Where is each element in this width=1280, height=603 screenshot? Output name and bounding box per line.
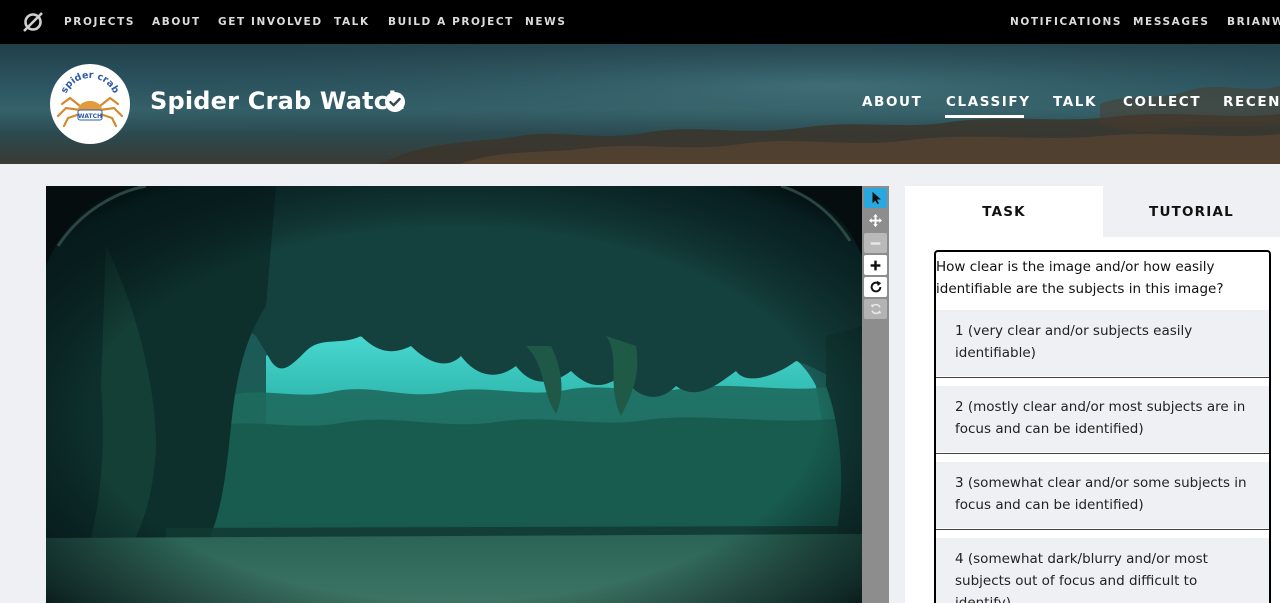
verified-check-icon <box>385 92 405 112</box>
reset-view-button[interactable] <box>864 299 887 319</box>
task-panel: TASK TUTORIAL How clear is the image and… <box>905 186 1280 603</box>
topnav-link-build-a-project[interactable]: BUILD A PROJECT <box>388 16 514 28</box>
tab-task[interactable]: TASK <box>905 186 1103 237</box>
task-question: How clear is the image and/or how easily… <box>936 259 1224 297</box>
answer-divider <box>936 377 1269 378</box>
topnav-link-projects[interactable]: PROJECTS <box>64 16 135 28</box>
answer-divider <box>936 453 1269 454</box>
move-arrows-icon <box>868 213 883 227</box>
subject-viewer[interactable] <box>46 186 862 603</box>
rotate-button[interactable] <box>864 277 887 297</box>
site-top-nav: PROJECTS ABOUT GET INVOLVED TALK BUILD A… <box>0 0 1280 44</box>
zoom-in-button[interactable] <box>864 255 887 275</box>
answer-option-2[interactable]: 2 (mostly clear and/or most subjects are… <box>936 386 1269 452</box>
subject-image[interactable] <box>46 186 862 603</box>
project-avatar[interactable]: spider crab WATCH <box>50 64 130 144</box>
minus-icon <box>870 241 881 245</box>
refresh-icon <box>870 303 881 315</box>
topnav-link-notifications[interactable]: NOTIFICATIONS <box>1010 16 1122 28</box>
rotate-clockwise-icon <box>870 280 881 293</box>
answer-divider <box>936 529 1269 530</box>
zooniverse-logo-icon[interactable] <box>22 11 44 33</box>
logo-text-top: spider crab <box>59 70 121 96</box>
topnav-link-account[interactable]: BRIANW <box>1227 16 1280 28</box>
tab-tutorial[interactable]: TUTORIAL <box>1103 186 1280 237</box>
active-nav-underline <box>945 115 1024 118</box>
project-title[interactable]: Spider Crab Watch <box>150 87 406 115</box>
answer-option-1[interactable]: 1 (very clear and/or subjects easily ide… <box>936 310 1269 376</box>
plus-icon <box>870 260 881 270</box>
topnav-link-talk[interactable]: TALK <box>334 16 370 28</box>
cursor-arrow-icon <box>872 191 881 205</box>
topnav-link-about[interactable]: ABOUT <box>152 16 201 28</box>
project-nav-classify[interactable]: CLASSIFY <box>946 94 1031 110</box>
svg-text:spider crab: spider crab <box>59 70 121 96</box>
project-nav-collect[interactable]: COLLECT <box>1123 94 1201 110</box>
answer-option-3[interactable]: 3 (somewhat clear and/or some subjects i… <box>936 462 1269 528</box>
pointer-tool-button[interactable] <box>864 188 887 208</box>
logo-text-bottom: WATCH <box>78 113 102 120</box>
project-header: spider crab WATCH Spider Crab Watch ABOU… <box>0 44 1280 164</box>
project-nav-recent[interactable]: RECENT <box>1223 94 1280 110</box>
zoom-out-button[interactable] <box>864 233 887 253</box>
project-nav-about[interactable]: ABOUT <box>862 94 922 110</box>
topnav-link-news[interactable]: NEWS <box>525 16 567 28</box>
image-toolbar <box>862 186 889 603</box>
project-nav-talk[interactable]: TALK <box>1053 94 1097 110</box>
topnav-link-get-involved[interactable]: GET INVOLVED <box>218 16 323 28</box>
task-question-box: How clear is the image and/or how easily… <box>934 250 1271 603</box>
topnav-link-messages[interactable]: MESSAGES <box>1133 16 1210 28</box>
pan-tool-button[interactable] <box>864 210 887 230</box>
answer-option-4[interactable]: 4 (somewhat dark/blurry and/or most subj… <box>936 538 1269 603</box>
spider-crab-logo-icon: spider crab WATCH <box>56 70 124 128</box>
